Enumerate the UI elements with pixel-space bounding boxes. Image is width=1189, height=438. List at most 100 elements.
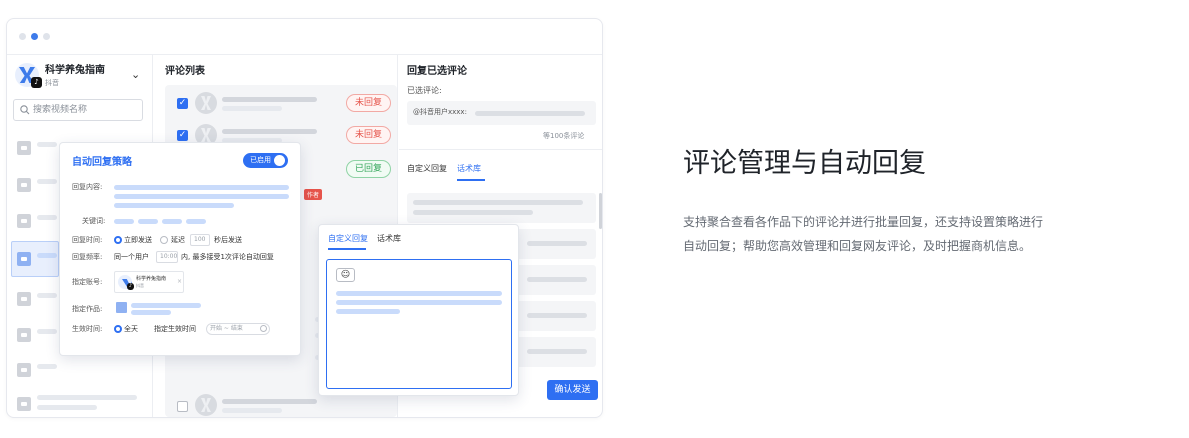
video-thumb-icon (17, 178, 31, 192)
radio-immediate-label: 立即发送 (124, 236, 152, 244)
search-icon (20, 105, 30, 115)
comment-text (222, 408, 282, 413)
time-label: 回复时间: (72, 236, 103, 244)
delay-input[interactable]: 100 (190, 234, 210, 246)
tab-underline (457, 179, 485, 181)
radio-custom-label[interactable]: 指定生效时间 (154, 326, 196, 333)
feature-title: 评论管理与自动回复 (683, 148, 926, 179)
chevron-down-icon: ⌄ (131, 68, 141, 81)
app-window: ♪ 科学养兔指南 抖音 ⌄ 搜索视频名称 评论列表 ✓ 未回复 ✓ 未回复 已回… (6, 18, 603, 418)
list-item[interactable] (37, 179, 57, 184)
list-item-bar (37, 253, 57, 258)
video-thumb-icon (17, 292, 31, 306)
radio-delay[interactable] (160, 236, 168, 244)
content-label: 回复内容: (72, 183, 103, 191)
list-item[interactable] (37, 215, 57, 220)
search-placeholder: 搜索视频名称 (33, 105, 88, 115)
selected-user: @抖音用户xxxx: (413, 108, 467, 116)
popup-tab-custom[interactable]: 自定义回复 (328, 235, 368, 243)
author-badge: 作者 (304, 189, 323, 200)
comment-list-title: 评论列表 (165, 66, 205, 77)
list-item[interactable] (37, 142, 57, 147)
keyword-chip[interactable] (114, 219, 134, 224)
status-badge: 已回复 (346, 160, 392, 178)
emoji-icon[interactable]: ☺ (336, 268, 355, 282)
account-label: 指定账号: (72, 278, 103, 286)
comment-text (222, 399, 317, 404)
row-checkbox[interactable]: ✓ (177, 98, 188, 109)
comment-text (222, 106, 282, 111)
script-text (527, 313, 587, 318)
user-avatar (195, 394, 217, 416)
radio-all-day[interactable] (114, 325, 122, 333)
selected-count: 等100条评论 (543, 132, 585, 140)
account-switcher[interactable]: ♪ 科学养兔指南 抖音 ⌄ (13, 59, 147, 91)
script-text (413, 200, 583, 205)
account-chip-name: 科学养兔指南 (136, 276, 167, 282)
freq-suffix: 内, 最多接受1次评论自动回复 (181, 253, 274, 261)
tab-custom-reply[interactable]: 自定义回复 (407, 165, 447, 173)
account-chip[interactable]: ♪ 科学养兔指南 抖音 × (114, 271, 184, 293)
tab-script-library[interactable]: 话术库 (457, 165, 481, 173)
user-avatar (195, 92, 217, 114)
toggle-label: 已启用 (250, 156, 271, 164)
video-thumb-icon (17, 141, 31, 155)
confirm-send-button[interactable]: 确认发送 (547, 380, 598, 400)
script-text (527, 349, 587, 354)
selected-comment-box: @抖音用户xxxx: (407, 101, 596, 125)
keyword-chip[interactable] (162, 219, 182, 224)
script-item[interactable] (407, 193, 596, 223)
divider (399, 149, 602, 150)
keyword-chip[interactable] (186, 219, 206, 224)
row-checkbox[interactable] (177, 401, 188, 412)
list-item[interactable] (37, 329, 57, 334)
reply-text-line (336, 291, 502, 296)
radio-delay-label: 延迟 (171, 236, 185, 244)
video-thumb-icon (17, 214, 31, 228)
stage: ♪ 科学养兔指南 抖音 ⌄ 搜索视频名称 评论列表 ✓ 未回复 ✓ 未回复 已回… (0, 0, 1189, 438)
account-chip-platform: 抖音 (136, 283, 144, 288)
status-badge: 未回复 (346, 94, 392, 112)
video-thumb-icon (17, 328, 31, 342)
reply-textarea[interactable]: ☺ (326, 259, 512, 389)
search-input[interactable]: 搜索视频名称 (13, 99, 143, 121)
window-dot-1 (19, 33, 26, 40)
script-text (527, 277, 587, 282)
feature-description-line2: 自动回复；帮助您高效管理和回复网友评论，及时把握商机信息。 (683, 239, 1032, 253)
row-checkbox[interactable]: ✓ (177, 130, 188, 141)
window-dot-3 (43, 33, 50, 40)
close-icon[interactable]: × (177, 279, 182, 285)
delay-unit: 秒后发送 (214, 236, 242, 244)
list-item[interactable] (37, 364, 57, 369)
popup-tab-library[interactable]: 话术库 (377, 235, 401, 243)
reply-text-line (336, 300, 502, 305)
video-thumb-icon (17, 363, 31, 377)
content-line (114, 185, 289, 190)
list-item[interactable] (37, 395, 137, 400)
effective-label: 生效时间: (72, 325, 103, 333)
script-text (527, 241, 587, 246)
tiktok-icon: ♪ (127, 283, 134, 290)
account-platform: 抖音 (45, 79, 59, 87)
enable-toggle[interactable]: 已启用 (243, 153, 288, 168)
auto-reply-card: 自动回复策略 已启用 回复内容: 关键词: 回复时间: 立即发送 延迟 100 … (59, 142, 301, 356)
keyword-chip[interactable] (138, 219, 158, 224)
video-thumb-icon (17, 252, 31, 266)
works-label: 指定作品: (72, 305, 103, 313)
tiktok-icon: ♪ (31, 77, 42, 88)
selected-label: 已选评论: (407, 86, 442, 95)
reply-panel-title: 回复已选评论 (407, 66, 467, 77)
work-title (131, 310, 171, 315)
radio-immediate[interactable] (114, 236, 122, 244)
work-title (131, 303, 201, 308)
freq-input[interactable]: 10:00 (156, 251, 178, 263)
account-name: 科学养兔指南 (45, 65, 105, 76)
scrollbar[interactable] (599, 193, 602, 229)
selected-comment-text (475, 111, 585, 116)
script-text (413, 210, 533, 215)
list-item-selected[interactable] (11, 241, 59, 277)
toggle-knob (274, 155, 285, 166)
status-badge: 未回复 (346, 126, 392, 144)
list-item-sub (37, 405, 97, 410)
list-item[interactable] (37, 293, 57, 298)
